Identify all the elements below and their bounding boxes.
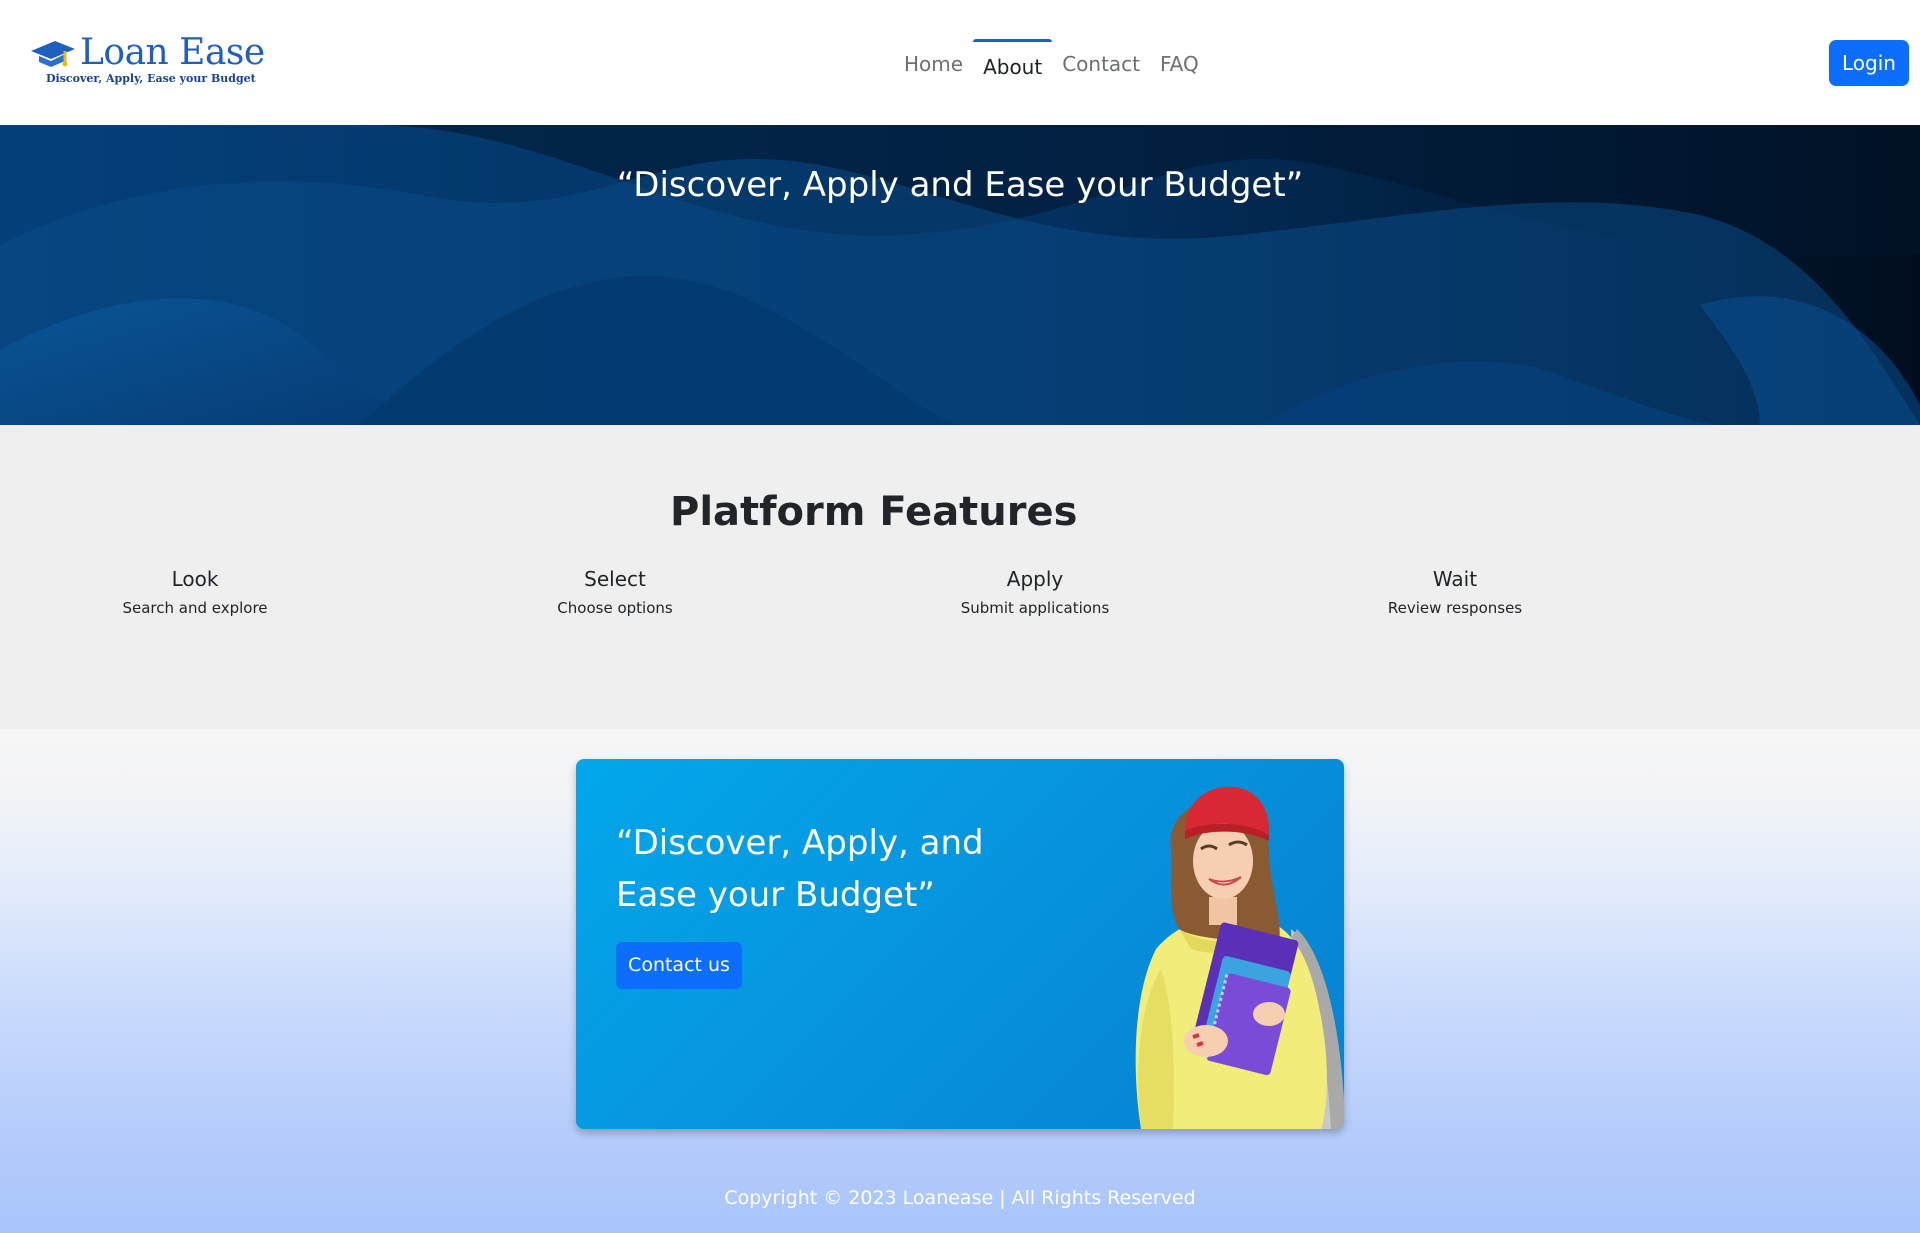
contact-us-button[interactable]: Contact us — [616, 942, 742, 989]
nav-home[interactable]: Home — [894, 36, 973, 92]
feature-name: Apply — [1006, 567, 1064, 591]
nav-faq[interactable]: FAQ — [1150, 36, 1209, 92]
feature-description: Search and explore — [122, 599, 268, 617]
platform-features: Platform Features Look Search and explor… — [0, 425, 1920, 729]
feature-look: Look Search and explore — [75, 567, 315, 617]
hero-banner: “Discover, Apply and Ease your Budget” — [0, 125, 1920, 425]
feature-apply: Apply Submit applications — [915, 567, 1155, 617]
feature-select: Select Choose options — [495, 567, 735, 617]
graduation-cap-icon — [31, 41, 75, 67]
login-button[interactable]: Login — [1829, 40, 1909, 86]
hero-quote: “Discover, Apply and Ease your Budget” — [616, 165, 1304, 205]
footer-copyright: Copyright © 2023 Loanease | All Rights R… — [724, 1187, 1196, 1209]
features-title: Platform Features — [670, 489, 1078, 535]
feature-name: Wait — [1432, 567, 1478, 591]
feature-wait: Wait Review responses — [1335, 567, 1575, 617]
main-nav: Home About Contact FAQ — [894, 36, 1209, 92]
promo-quote: “Discover, Apply, and Ease your Budget” — [616, 823, 984, 915]
brand-logo[interactable]: Loan Ease Discover, Apply, Ease your Bud… — [29, 32, 265, 90]
feature-name: Select — [584, 567, 646, 591]
feature-description: Review responses — [1387, 599, 1523, 617]
student-illustration — [1135, 786, 1344, 1129]
promo-card: “Discover, Apply, and Ease your Budget” … — [576, 759, 1344, 1129]
feature-description: Submit applications — [960, 599, 1110, 617]
brand-name: Loan Ease — [80, 32, 265, 73]
promo-section: “Discover, Apply, and Ease your Budget” … — [0, 729, 1920, 1233]
navbar: Loan Ease Discover, Apply, Ease your Bud… — [0, 0, 1920, 125]
brand-tagline: Discover, Apply, Ease your Budget — [46, 72, 256, 85]
feature-description: Choose options — [557, 599, 673, 617]
nav-about[interactable]: About — [973, 39, 1053, 95]
feature-name: Look — [171, 567, 219, 591]
nav-contact[interactable]: Contact — [1052, 36, 1150, 92]
